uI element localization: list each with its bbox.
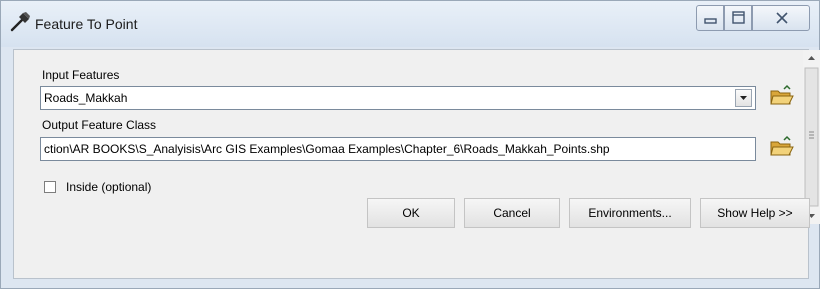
close-button[interactable] (752, 5, 810, 31)
input-features-dropdown-button[interactable] (735, 89, 752, 107)
close-icon (776, 12, 788, 24)
inside-checkbox-label[interactable]: Inside (optional) (66, 180, 151, 194)
maximize-icon (732, 11, 745, 24)
output-feature-class-value: ction\AR BOOKS\S_Analyisis\Arc GIS Examp… (44, 142, 610, 156)
hammer-icon (10, 12, 30, 32)
chevron-down-icon (740, 96, 747, 100)
environments-button[interactable]: Environments... (569, 198, 691, 228)
input-features-value: Roads_Makkah (44, 91, 128, 105)
input-features-browse-folder-icon[interactable] (766, 84, 796, 110)
scroll-up-arrow-icon (808, 56, 815, 60)
maximize-button[interactable] (724, 5, 752, 31)
window-title: Feature To Point (35, 16, 138, 32)
dialog-window: Feature To Point Input Features Roads_Ma… (0, 0, 820, 289)
minimize-button[interactable] (696, 5, 724, 31)
cancel-button[interactable]: Cancel (464, 198, 560, 228)
dialog-body: Input Features Roads_Makkah Output Featu… (13, 49, 820, 279)
input-features-combobox[interactable]: Roads_Makkah (40, 86, 756, 110)
ok-button[interactable]: OK (367, 198, 455, 228)
input-features-label: Input Features (42, 68, 120, 82)
output-feature-class-browse-folder-icon[interactable] (766, 135, 796, 161)
scroll-thumb (804, 67, 819, 207)
title-bar[interactable]: Feature To Point (1, 1, 819, 47)
inside-checkbox[interactable] (44, 181, 56, 193)
minimize-icon (704, 18, 717, 24)
output-feature-class-input[interactable]: ction\AR BOOKS\S_Analyisis\Arc GIS Examp… (40, 137, 756, 161)
output-feature-class-label: Output Feature Class (42, 118, 157, 132)
show-help-button[interactable]: Show Help >> (700, 198, 810, 228)
